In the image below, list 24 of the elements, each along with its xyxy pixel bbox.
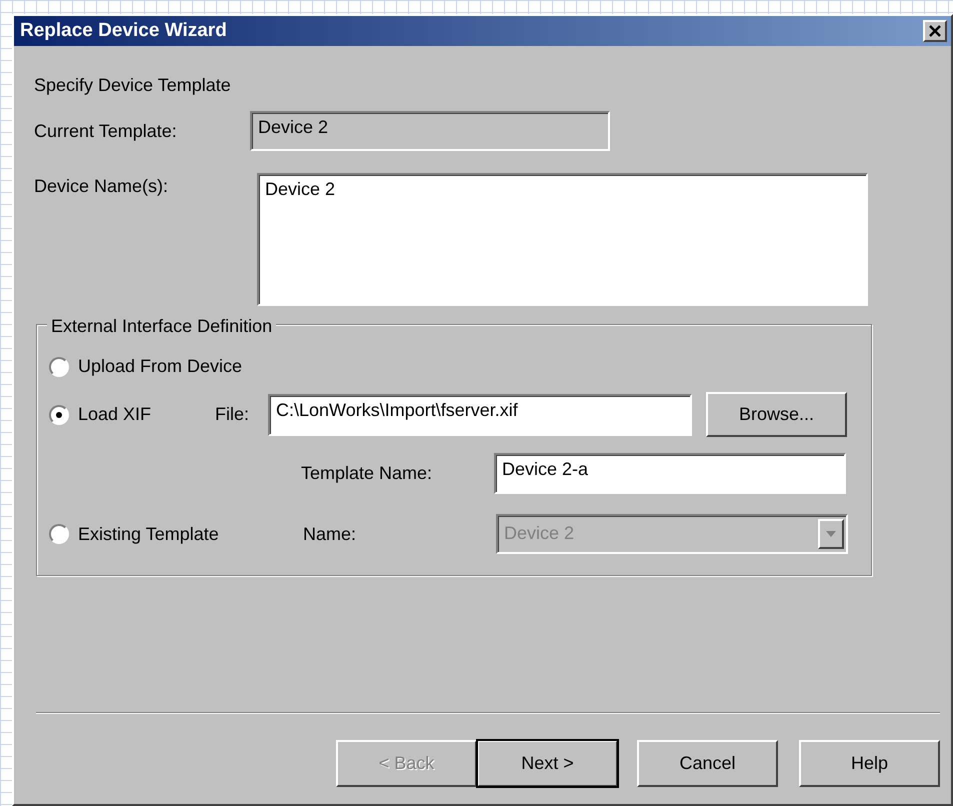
field-label: Current Template:	[34, 120, 178, 143]
close-button[interactable]	[923, 20, 947, 42]
field-label: Device Name(s):	[34, 175, 170, 198]
radio-button[interactable]	[49, 404, 69, 424]
section-heading: Specify Device Template	[34, 74, 232, 97]
current-template-field: Device 2	[250, 111, 610, 151]
window-title: Replace Device Wizard	[20, 18, 227, 43]
field-label: Template Name:	[301, 462, 434, 485]
dropdown-value: Device 2	[504, 523, 574, 545]
radio-label: Existing Template	[78, 522, 219, 546]
file-path-field[interactable]: C:\LonWorks\Import\fserver.xif	[268, 394, 692, 436]
close-icon	[928, 25, 942, 37]
wizard-button[interactable]: Help	[799, 740, 940, 787]
device-names-field[interactable]: Device 2	[257, 173, 868, 306]
wizard-button[interactable]: Next >	[477, 740, 618, 787]
radio-label: Upload From Device	[78, 355, 242, 378]
radio-label: Load XIF	[78, 403, 152, 426]
wizard-button[interactable]: Cancel	[637, 740, 778, 787]
field-label: Name:	[303, 522, 358, 546]
radio-button[interactable]	[49, 356, 69, 376]
field-label: File:	[215, 403, 250, 426]
dropdown-arrow-icon	[826, 531, 836, 537]
template-name-field[interactable]: Device 2-a	[494, 453, 846, 494]
browse-button[interactable]: Browse...	[706, 392, 847, 437]
